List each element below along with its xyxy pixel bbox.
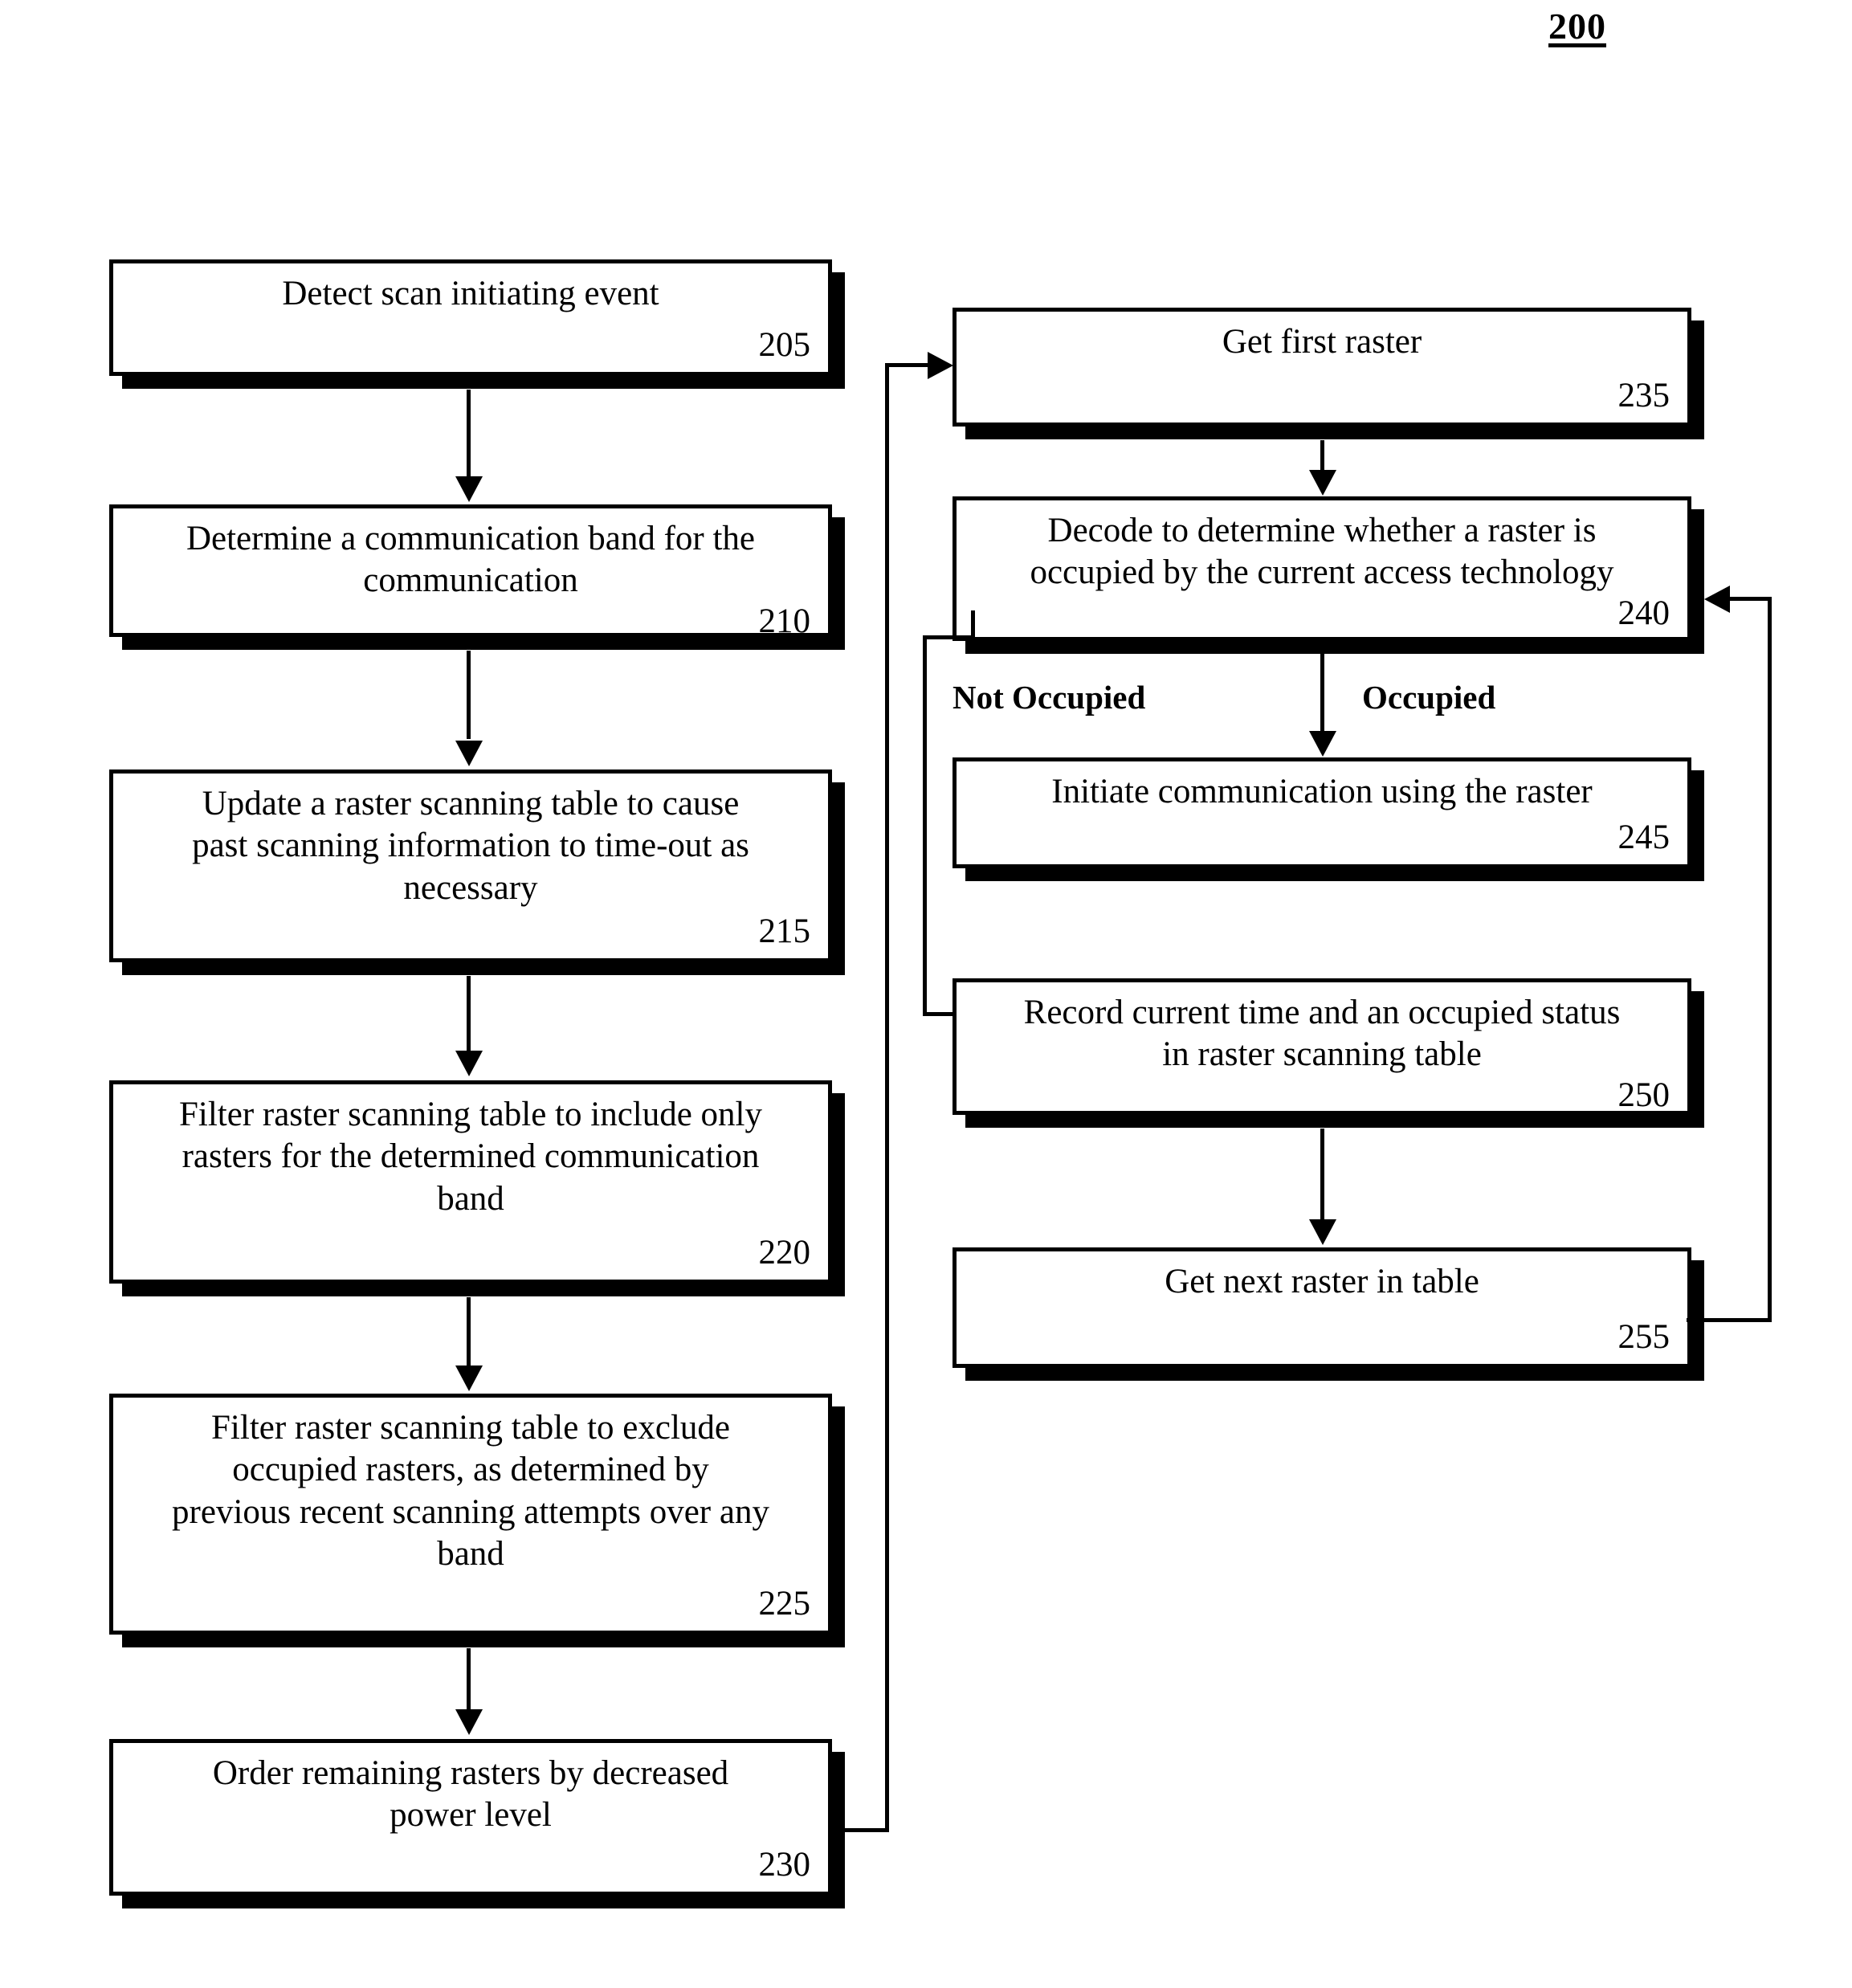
arrow-250-255	[1309, 1219, 1336, 1245]
process-box-205-ref: 205	[758, 325, 811, 364]
arrow-240-245	[1309, 731, 1336, 757]
connector-205-210	[467, 390, 471, 480]
connector-215-220	[467, 976, 471, 1053]
process-box-220-text: Filter raster scanning table to include …	[178, 1096, 763, 1218]
arrow-225-230	[455, 1709, 483, 1735]
connector-255-240-horizontal-in	[1728, 597, 1772, 601]
process-box-255[interactable]: Get next raster in table 255	[953, 1247, 1691, 1368]
process-box-210-text: Determine a communication band for the c…	[186, 520, 756, 600]
figure-canvas: 200 Detect scan initiating event 205 Det…	[0, 0, 1852, 1988]
process-box-240[interactable]: Decode to determine whether a raster is …	[953, 496, 1691, 641]
arrow-235-240	[1309, 470, 1336, 496]
process-box-225[interactable]: Filter raster scanning table to exclude …	[109, 1394, 832, 1635]
process-box-215-text: Update a raster scanning table to cause …	[192, 785, 749, 907]
process-box-245-ref: 245	[1617, 818, 1670, 856]
process-box-220-ref: 220	[758, 1233, 811, 1272]
process-box-230[interactable]: Order remaining rasters by decreased pow…	[109, 1739, 832, 1896]
figure-number-label: 200	[1548, 6, 1606, 47]
branch-label-not-occupied: Not Occupied	[953, 679, 1146, 716]
process-box-230-text: Order remaining rasters by decreased pow…	[212, 1754, 729, 1835]
arrow-215-220	[455, 1051, 483, 1076]
arrow-230-235	[928, 352, 953, 379]
connector-250-255	[1320, 1129, 1324, 1223]
connector-255-240-vertical	[1768, 597, 1772, 1322]
process-box-245[interactable]: Initiate communication using the raster …	[953, 757, 1691, 868]
connector-230-235-horizontal-out	[828, 1828, 889, 1832]
arrow-220-225	[455, 1365, 483, 1391]
process-box-245-text: Initiate communication using the raster	[1051, 773, 1593, 810]
process-box-235-ref: 235	[1617, 376, 1670, 414]
process-box-220[interactable]: Filter raster scanning table to include …	[109, 1080, 832, 1284]
process-box-240-text: Decode to determine whether a raster is …	[1030, 512, 1614, 592]
process-box-240-ref: 240	[1617, 594, 1670, 632]
process-box-250-ref: 250	[1617, 1076, 1670, 1114]
process-box-215[interactable]: Update a raster scanning table to cause …	[109, 769, 832, 962]
arrow-210-215	[455, 741, 483, 766]
connector-225-230	[467, 1648, 471, 1712]
arrow-255-240	[1704, 586, 1730, 613]
process-box-215-ref: 215	[758, 912, 811, 950]
arrow-205-210	[455, 476, 483, 502]
connector-255-240-horizontal-out	[1687, 1318, 1772, 1322]
process-box-205[interactable]: Detect scan initiating event 205	[109, 259, 832, 376]
process-box-235-text: Get first raster	[1222, 323, 1422, 361]
process-box-230-ref: 230	[758, 1845, 811, 1884]
connector-230-235-vertical	[885, 363, 889, 1830]
connector-220-225	[467, 1297, 471, 1368]
process-box-205-text: Detect scan initiating event	[282, 275, 659, 312]
connector-not-occupied-top	[923, 635, 975, 639]
process-box-255-ref: 255	[1617, 1317, 1670, 1356]
process-box-235[interactable]: Get first raster 235	[953, 308, 1691, 427]
process-box-210[interactable]: Determine a communication band for the c…	[109, 504, 832, 640]
process-box-255-text: Get next raster in table	[1165, 1263, 1479, 1300]
connector-210-215	[467, 651, 471, 739]
branch-label-occupied: Occupied	[1362, 679, 1496, 716]
process-box-225-text: Filter raster scanning table to exclude …	[172, 1409, 769, 1574]
process-box-250-text: Record current time and an occupied stat…	[1023, 994, 1621, 1074]
process-box-250[interactable]: Record current time and an occupied stat…	[953, 978, 1691, 1115]
process-box-210-ref: 210	[758, 602, 811, 640]
process-box-225-ref: 225	[758, 1584, 811, 1623]
connector-not-occupied-vertical	[923, 635, 927, 1016]
connector-240-245	[1320, 641, 1324, 736]
